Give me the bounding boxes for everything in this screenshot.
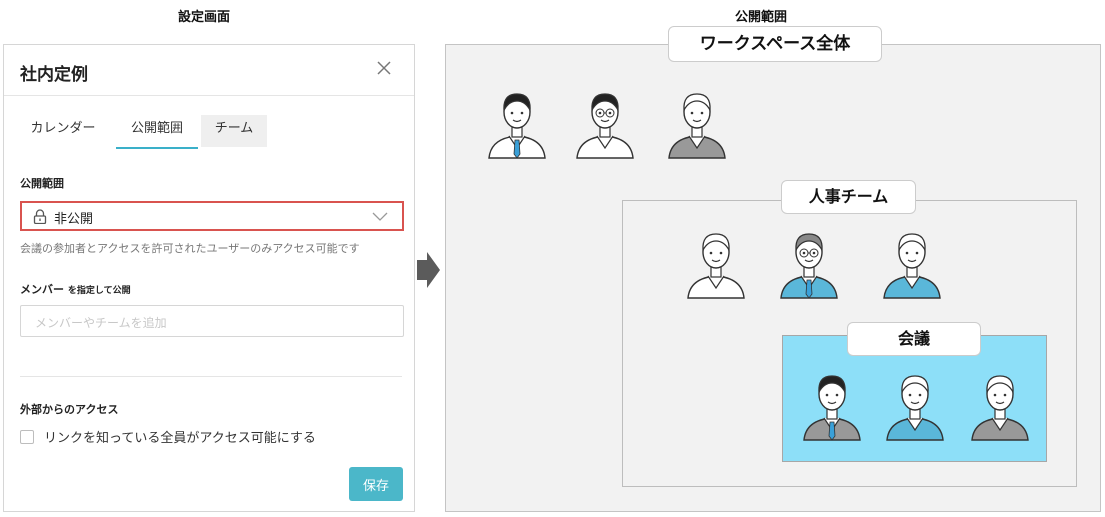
visibility-help-text: 会議の参加者とアクセスを許可されたユーザーのみアクセス可能です xyxy=(20,242,360,255)
tab-visibility[interactable]: 公開範囲 xyxy=(116,115,198,149)
members-label: メンバー を指定して公開 xyxy=(20,281,131,297)
link-access-checkbox[interactable] xyxy=(20,430,34,444)
arrow-right-icon xyxy=(417,252,440,288)
visibility-value: 非公開 xyxy=(54,212,94,227)
meeting-person-icon xyxy=(803,375,861,441)
meeting-label: 会議 xyxy=(847,322,981,356)
workspace-person-icon xyxy=(488,93,546,159)
team-person-icon xyxy=(780,233,838,299)
section-divider xyxy=(20,376,402,377)
visibility-select[interactable]: 非公開 xyxy=(20,201,404,231)
external-access-label: 外部からのアクセス xyxy=(20,403,119,416)
header-divider xyxy=(4,95,414,96)
settings-caption: 設定画面 xyxy=(178,10,231,25)
close-icon[interactable] xyxy=(374,58,394,78)
workspace-person-icon xyxy=(576,93,634,159)
members-input[interactable]: メンバーやチームを追加 xyxy=(20,305,404,337)
dialog-title: 社内定例 xyxy=(20,65,88,85)
visibility-label: 公開範囲 xyxy=(20,177,64,190)
meeting-person-icon xyxy=(886,375,944,441)
link-access-label: リンクを知っている全員がアクセス可能にする xyxy=(44,431,316,446)
members-label-main: メンバー xyxy=(20,283,64,296)
tab-calendar[interactable]: カレンダー xyxy=(20,115,106,147)
members-input-placeholder: メンバーやチームを追加 xyxy=(35,316,167,330)
tab-team[interactable]: チーム xyxy=(201,115,267,147)
chevron-down-icon xyxy=(372,212,388,221)
settings-dialog: 社内定例 カレンダー 公開範囲 チーム 公開範囲 非公開 会議の参加者とアクセス… xyxy=(3,44,415,512)
save-button[interactable]: 保存 xyxy=(349,467,403,501)
scope-caption: 公開範囲 xyxy=(735,10,788,25)
workspace-person-icon xyxy=(668,93,726,159)
members-label-sub: を指定して公開 xyxy=(67,286,131,296)
lock-icon xyxy=(33,209,47,224)
team-person-icon xyxy=(687,233,745,299)
meeting-person-icon xyxy=(971,375,1029,441)
team-label: 人事チーム xyxy=(781,180,916,214)
workspace-label: ワークスペース全体 xyxy=(668,26,882,62)
team-person-icon xyxy=(883,233,941,299)
